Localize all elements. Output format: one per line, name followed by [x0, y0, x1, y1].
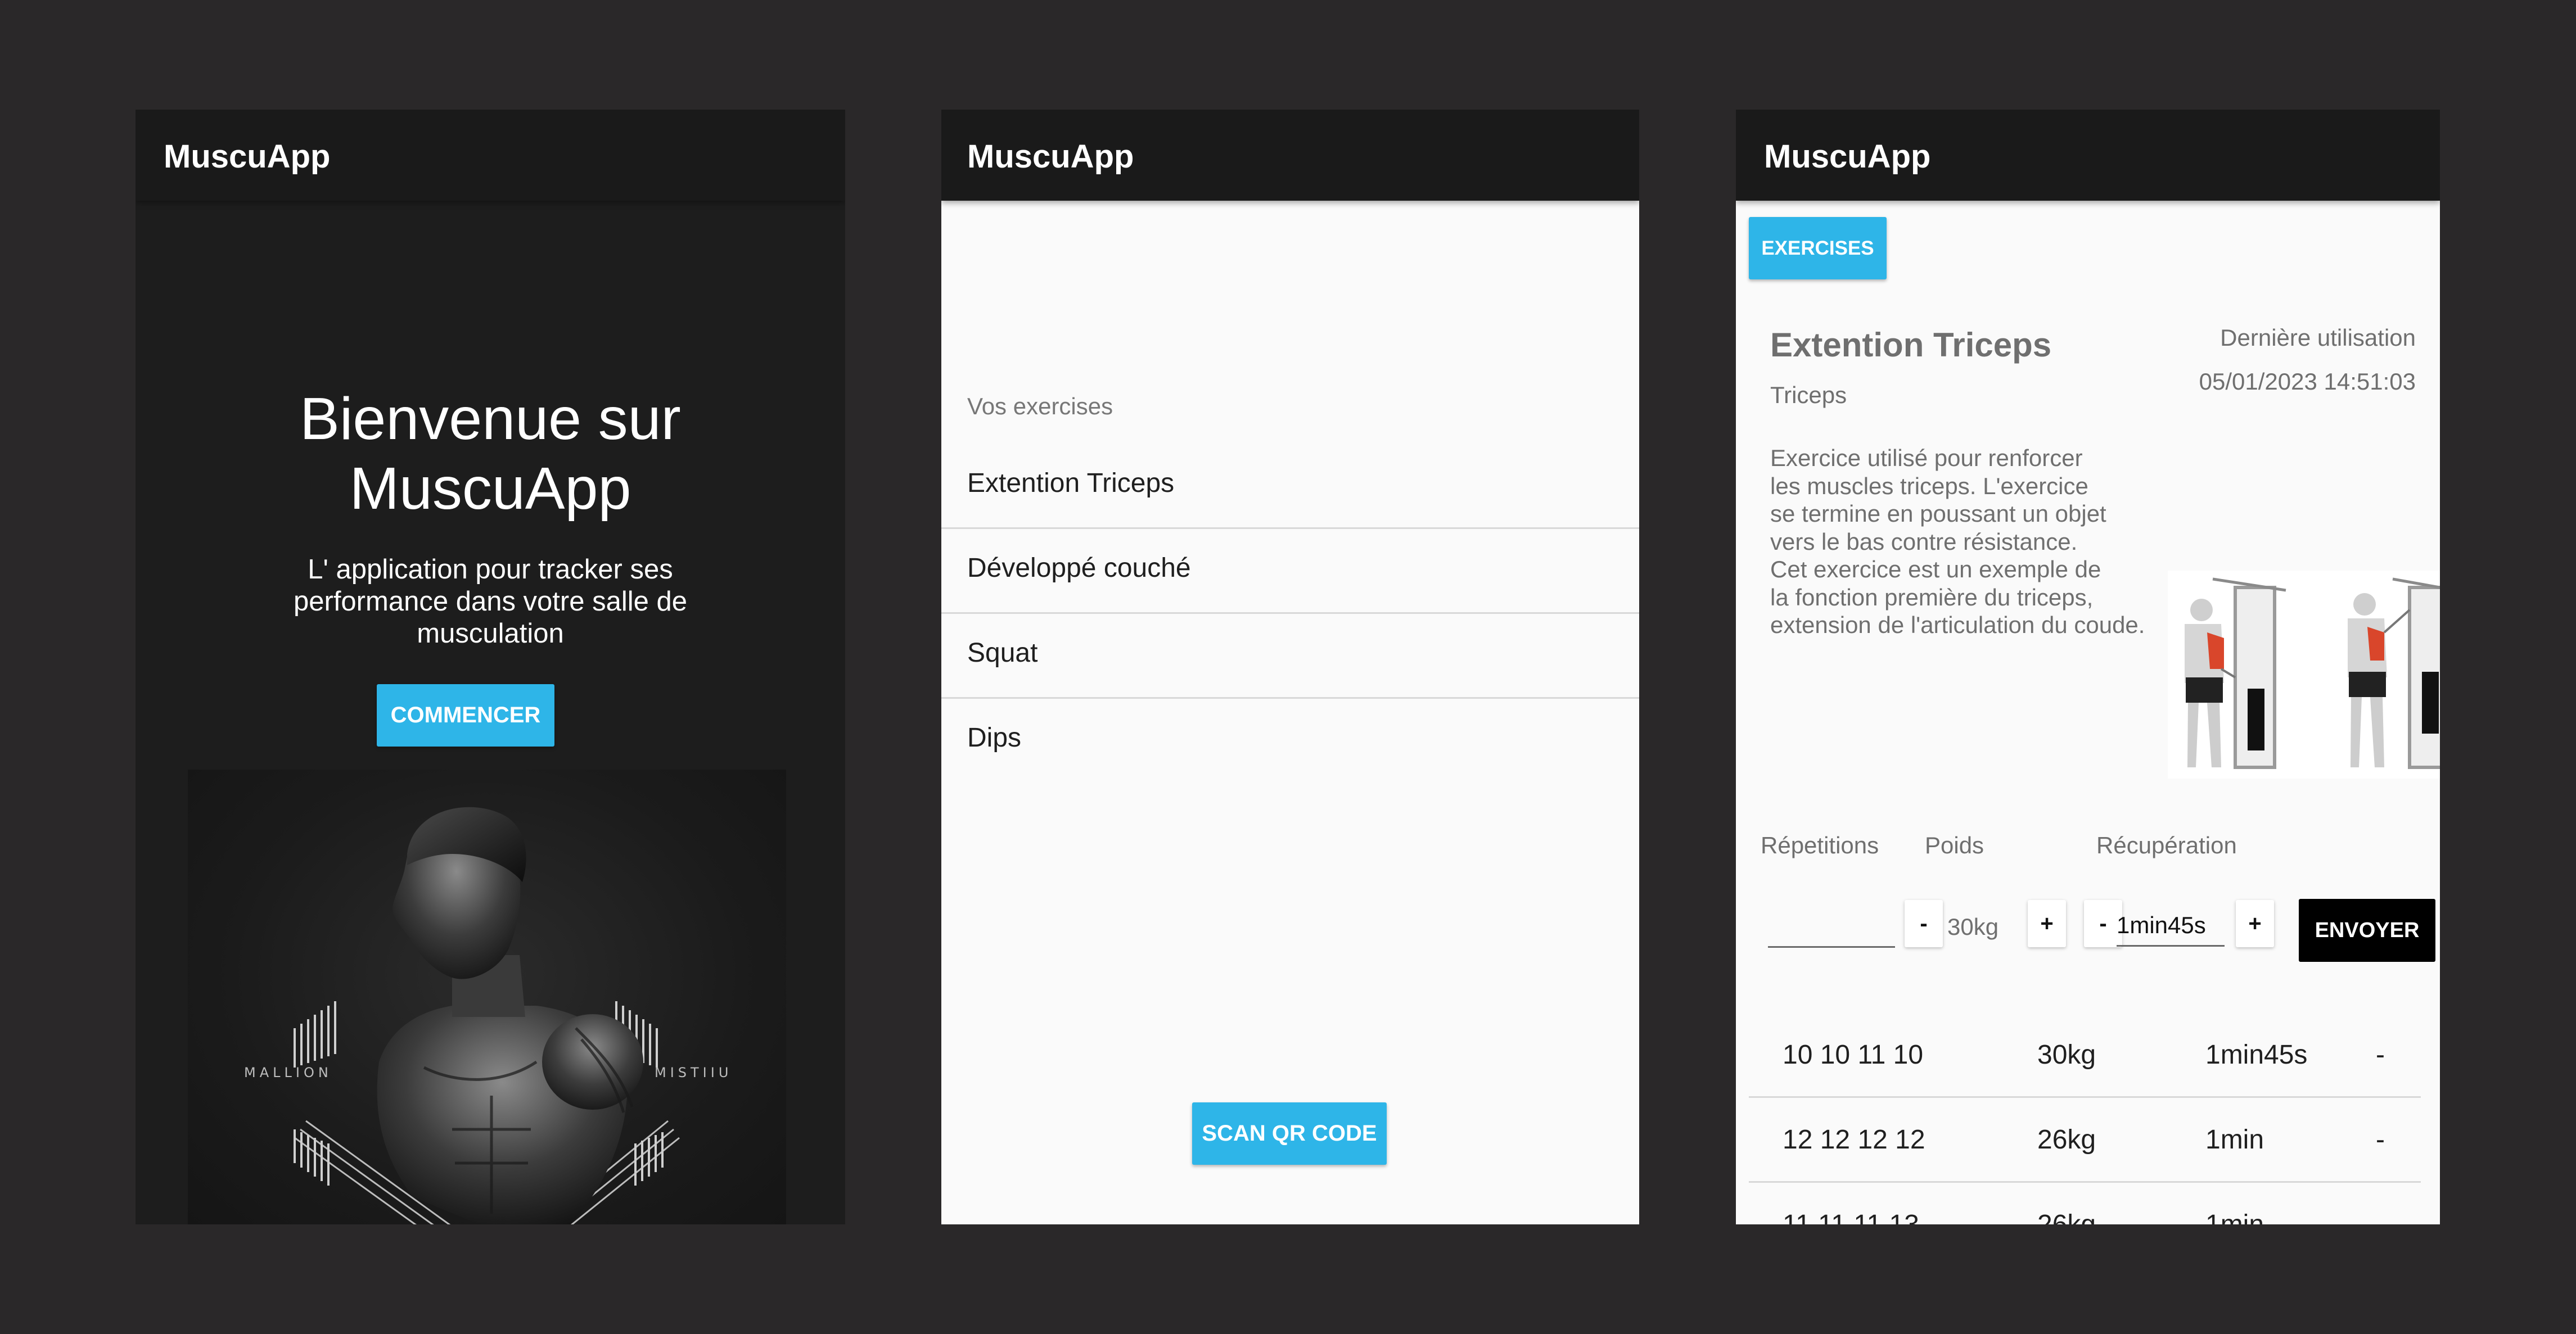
history-rest: 1min	[2205, 1125, 2264, 1155]
table-row: 11 11 11 13 26kg 1min -	[1749, 1183, 2421, 1224]
description-line: vers le bas contre résistance.	[1770, 528, 2078, 555]
history-delete-button[interactable]: -	[2376, 1124, 2385, 1155]
history-weight: 30kg	[2037, 1040, 2096, 1070]
history-weight: 26kg	[2037, 1209, 2096, 1224]
history-delete-button[interactable]: -	[2376, 1209, 2385, 1224]
list-item-label: Extention Triceps	[967, 468, 1175, 498]
app-title: MuscuApp	[967, 138, 1134, 175]
exercise-detail-screen: MuscuApp EXERCISES Extention Triceps Tri…	[1736, 110, 2440, 1224]
exercise-list-screen: MuscuApp Vos exercises Extention Triceps…	[941, 110, 1639, 1224]
reps-input[interactable]	[1768, 897, 1895, 948]
welcome-subtitle-line2: performance dans votre salle de	[294, 586, 687, 617]
table-row: 10 10 11 10 30kg 1min45s -	[1749, 1013, 2421, 1098]
welcome-subtitle: L' application pour tracker ses performa…	[248, 554, 733, 650]
description-line: Exercice utilisé pour renforcer	[1770, 445, 2083, 471]
triceps-pushdown-illustration	[2185, 577, 2440, 769]
history-reps: 10 10 11 10	[1783, 1040, 1924, 1070]
exercises-button[interactable]: EXERCISES	[1749, 217, 1887, 279]
list-item-label: Squat	[967, 638, 1038, 668]
description-line: se termine en poussant un objet	[1770, 500, 2106, 527]
rest-label: Récupération	[2096, 832, 2237, 858]
app-bar: MuscuApp	[941, 110, 1639, 201]
hero-left-text: MALLION	[244, 1065, 332, 1080]
welcome-title-line2: MuscuApp	[349, 455, 631, 522]
list-item-label: Développé couché	[967, 553, 1191, 583]
rest-increase-button[interactable]: +	[2236, 900, 2274, 947]
send-button[interactable]: ENVOYER	[2299, 899, 2435, 962]
history-rest: 1min45s	[2205, 1040, 2308, 1070]
app-bar: MuscuApp	[1736, 110, 2440, 201]
description-line: les muscles triceps. L'exercice	[1770, 472, 2088, 499]
home-screen: MuscuApp Bienvenue sur MuscuApp L' appli…	[136, 110, 845, 1224]
list-item[interactable]: Extention Triceps	[941, 444, 1639, 529]
weight-increase-button[interactable]: +	[2028, 900, 2066, 947]
history-reps: 12 12 12 12	[1783, 1125, 1925, 1155]
history-rest: 1min	[2205, 1209, 2264, 1224]
app-title: MuscuApp	[1764, 138, 1931, 175]
history-weight: 26kg	[2037, 1125, 2096, 1155]
history-table: 10 10 11 10 30kg 1min45s - 12 12 12 12 2…	[1749, 1013, 2421, 1224]
reps-label: Répetitions	[1761, 832, 1879, 858]
section-label: Vos exercises	[967, 393, 1113, 419]
exercise-illustration	[2168, 571, 2440, 779]
list-item[interactable]: Squat	[941, 614, 1639, 699]
bodybuilder-illustration: MALLION MISTIIU	[244, 807, 732, 1224]
welcome-title: Bienvenue sur MuscuApp	[136, 384, 845, 523]
app-title: MuscuApp	[164, 138, 331, 175]
description-line: extension de l'articulation du coude.	[1770, 612, 2145, 638]
start-button[interactable]: COMMENCER	[377, 684, 554, 747]
weight-decrease-button[interactable]: -	[1905, 900, 1943, 947]
list-item[interactable]: Dips	[941, 699, 1639, 782]
history-delete-button[interactable]: -	[2376, 1039, 2385, 1070]
scan-qr-code-button[interactable]: SCAN QR CODE	[1192, 1102, 1387, 1165]
app-bar: MuscuApp	[136, 110, 845, 201]
description-line: la fonction première du triceps,	[1770, 584, 2094, 611]
table-row: 12 12 12 12 26kg 1min -	[1749, 1098, 2421, 1183]
rest-value-field[interactable]: 1min45s	[2117, 897, 2225, 947]
list-item-label: Dips	[967, 723, 1022, 753]
list-item[interactable]: Développé couché	[941, 529, 1639, 614]
exercise-description: Exercice utilisé pour renforcer les musc…	[1770, 444, 2164, 639]
exercise-title: Extention Triceps	[1770, 326, 2052, 364]
weight-value: 30kg	[1947, 914, 1999, 940]
last-used-label: Dernière utilisation	[2220, 324, 2416, 351]
history-reps: 11 11 11 13	[1783, 1209, 1919, 1224]
welcome-subtitle-line3: musculation	[417, 618, 564, 649]
welcome-subtitle-line1: L' application pour tracker ses	[308, 554, 673, 585]
last-used-date: 05/01/2023 14:51:03	[2199, 368, 2416, 395]
exercise-list: Extention Triceps Développé couché Squat…	[941, 444, 1639, 782]
hero-right-text: MISTIIU	[655, 1065, 732, 1080]
welcome-title-line1: Bienvenue sur	[300, 386, 681, 452]
exercise-muscle: Triceps	[1770, 382, 1847, 408]
description-line: Cet exercice est un exemple de	[1770, 556, 2101, 582]
hero-bodybuilder-image: MALLION MISTIIU	[188, 770, 786, 1224]
weight-label: Poids	[1925, 832, 1984, 858]
